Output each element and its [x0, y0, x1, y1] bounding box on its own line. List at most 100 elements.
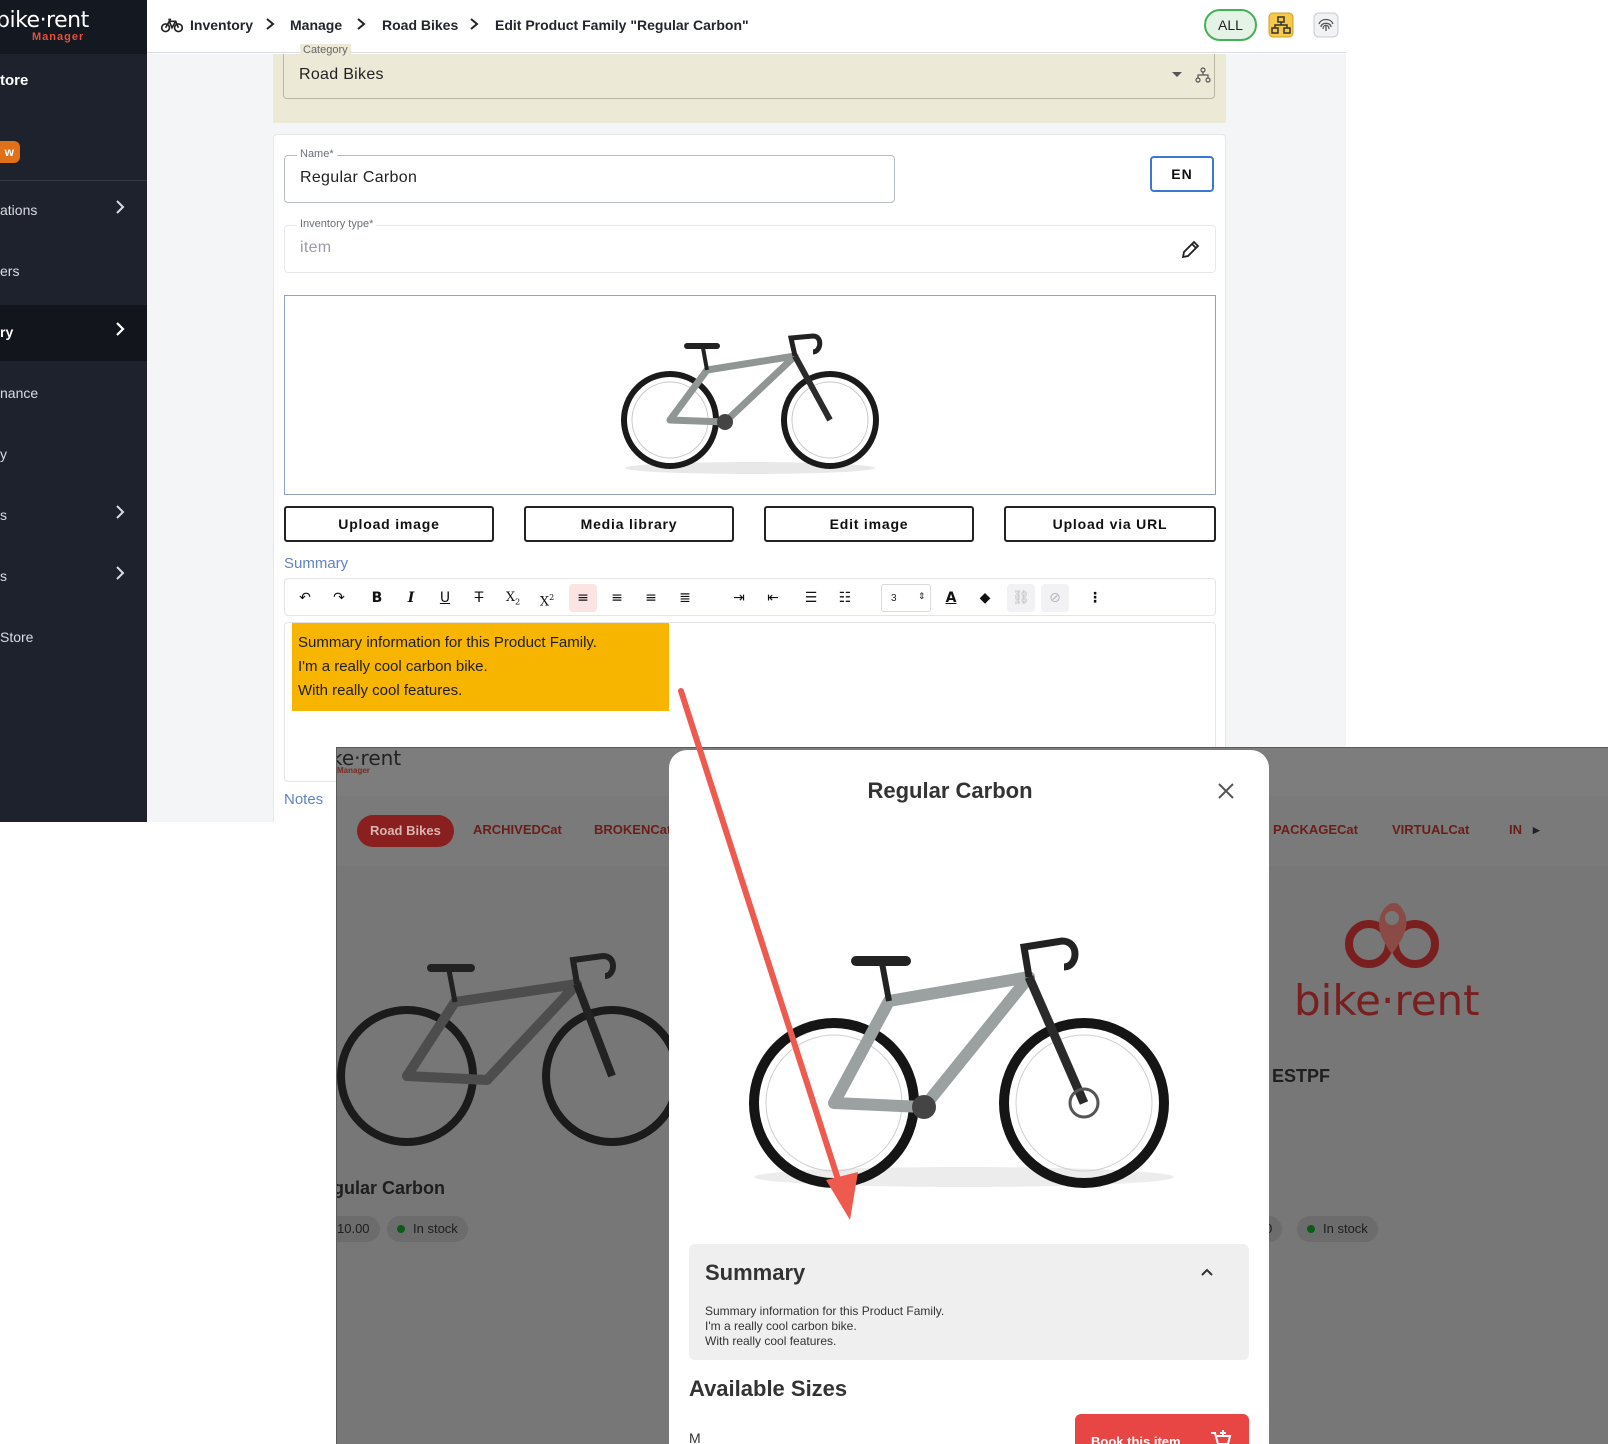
pencil-icon[interactable]: [1179, 239, 1201, 261]
name-value: Regular Carbon: [300, 169, 418, 186]
breadcrumb-manage[interactable]: Manage: [290, 17, 342, 33]
logo-text: bike·rent: [0, 8, 89, 33]
sidebar-item-inventory[interactable]: ry: [0, 305, 147, 361]
tab-archivedcat[interactable]: ARCHIVEDCat: [473, 822, 562, 837]
align-center-icon[interactable]: ≡: [603, 584, 631, 612]
tab-packagecat[interactable]: PACKAGECat: [1273, 822, 1358, 837]
name-field[interactable]: Name* Regular Carbon: [284, 148, 895, 203]
product-family-form: Name* Regular Carbon EN Inventory type* …: [273, 134, 1226, 822]
more-options-icon[interactable]: ⋮: [1081, 584, 1109, 612]
font-size-value: 3: [891, 593, 897, 604]
sidebar-item-integrations[interactable]: ations: [0, 183, 147, 239]
close-icon[interactable]: [1215, 780, 1237, 802]
bike-product-image: [621, 333, 879, 474]
outdent-icon[interactable]: ⇤: [759, 584, 787, 612]
category-select[interactable]: Category Road Bikes: [283, 44, 1215, 99]
bold-icon[interactable]: B: [363, 584, 391, 612]
sidebar-item-maintenance[interactable]: nance: [0, 366, 147, 422]
sidebar-item-label: ry: [0, 324, 14, 340]
sidebar-item-store[interactable]: Store: [0, 610, 147, 666]
chevron-right-icon: [470, 18, 479, 30]
product-image-preview[interactable]: [284, 295, 1216, 495]
summary-label: Summary: [284, 555, 349, 572]
product-card-title[interactable]: gular Carbon: [337, 1178, 445, 1199]
upload-image-button[interactable]: Upload image: [284, 506, 494, 542]
product-card-image[interactable]: [337, 926, 677, 1156]
inventory-type-value: item: [300, 239, 332, 256]
sidebar-item-s2[interactable]: s: [0, 549, 147, 605]
italic-icon[interactable]: I: [397, 584, 425, 612]
subscript-icon[interactable]: X2: [499, 584, 527, 612]
sidebar-item-y[interactable]: y: [0, 427, 147, 483]
undo-icon[interactable]: ↶: [291, 584, 319, 612]
logo-subtitle: Manager: [32, 31, 85, 43]
upload-via-url-button[interactable]: Upload via URL: [1004, 506, 1216, 542]
product-card-title[interactable]: ESTPF: [1272, 1066, 1330, 1087]
tab-brokencat[interactable]: BROKENCat: [594, 822, 671, 837]
sidebar-store-title: tore: [0, 72, 29, 89]
hierarchy-icon[interactable]: [1194, 66, 1212, 84]
font-size-select[interactable]: 3 ⇕: [881, 584, 931, 612]
text-color-icon[interactable]: A: [937, 584, 965, 612]
sidebar-item-label: y: [0, 446, 7, 462]
chevron-up-icon[interactable]: [1199, 1264, 1215, 1280]
sidebar-item-s1[interactable]: s: [0, 488, 147, 544]
chevron-right-icon[interactable]: ▸: [1533, 822, 1540, 838]
language-button[interactable]: EN: [1150, 156, 1214, 192]
inventory-type-field: Inventory type* item: [284, 218, 1216, 273]
edit-image-button[interactable]: Edit image: [764, 506, 974, 542]
size-option[interactable]: M: [689, 1430, 701, 1444]
book-button-label: Book this item: [1091, 1434, 1181, 1444]
superscript-icon[interactable]: X2: [533, 584, 561, 612]
strikethrough-icon[interactable]: T: [465, 584, 493, 612]
media-library-button[interactable]: Media library: [524, 506, 734, 542]
numbered-list-icon[interactable]: ☷: [831, 584, 859, 612]
name-label: Name*: [297, 148, 337, 160]
underline-icon[interactable]: U: [431, 584, 459, 612]
chevron-right-icon: [266, 18, 275, 30]
chevron-right-icon: [116, 566, 125, 580]
breadcrumb-road-bikes[interactable]: Road Bikes: [382, 17, 458, 33]
stock-chip: In stock: [1297, 1216, 1378, 1242]
tab-virtualcat[interactable]: VIRTUALCat: [1392, 822, 1469, 837]
sidebar-item-label: ations: [0, 202, 38, 218]
align-left-icon[interactable]: ≡: [569, 584, 597, 612]
modal-product-image: [749, 937, 1174, 1188]
breadcrumb-current-page: Edit Product Family "Regular Carbon": [495, 17, 749, 33]
all-locations-pill[interactable]: ALL: [1204, 9, 1257, 41]
placeholder-logo-text: bike·rent: [1294, 976, 1480, 1025]
product-detail-modal: Regular Carbon Summary Summary informati…: [669, 750, 1269, 1444]
chevron-right-icon: [357, 18, 366, 30]
breadcrumb-inventory[interactable]: Inventory: [190, 17, 253, 33]
chevron-right-icon: [116, 200, 125, 214]
fingerprint-icon[interactable]: [1313, 12, 1339, 38]
bike-icon: [161, 18, 183, 33]
chevron-right-icon: [116, 322, 125, 336]
modal-title: Regular Carbon: [867, 778, 1033, 803]
align-justify-icon[interactable]: ≣: [671, 584, 699, 612]
tab-road-bikes[interactable]: Road Bikes: [357, 815, 454, 847]
summary-line: I'm a really cool carbon bike.: [705, 1319, 857, 1333]
sidebar-badge[interactable]: w: [0, 141, 20, 163]
sidebar-item-label: ers: [0, 263, 20, 279]
sidebar-item-label: Store: [0, 629, 34, 645]
sidebar: bike·rent Manager tore w ations ers ry n…: [0, 0, 147, 822]
indent-icon[interactable]: ⇥: [725, 584, 753, 612]
summary-heading: Summary: [705, 1260, 806, 1285]
unlink-icon: ⊘: [1041, 584, 1069, 612]
summary-line: Summary information for this Product Fam…: [298, 634, 597, 651]
sidebar-item-customers[interactable]: ers: [0, 244, 147, 300]
sidebar-item-label: s: [0, 568, 7, 584]
book-item-button[interactable]: Book this item: [1075, 1414, 1249, 1444]
map-pin-logo-icon: [1345, 903, 1439, 968]
highlight-color-icon[interactable]: ◆: [971, 584, 999, 612]
organization-tree-icon[interactable]: [1268, 12, 1294, 38]
align-right-icon[interactable]: ≡: [637, 584, 665, 612]
tab-in[interactable]: IN: [1509, 822, 1522, 837]
sidebar-logo[interactable]: bike·rent Manager: [0, 0, 147, 54]
bulleted-list-icon[interactable]: ☰: [797, 584, 825, 612]
storefront-logo-subtitle: Manager: [337, 766, 370, 775]
redo-icon[interactable]: ↷: [325, 584, 353, 612]
summary-line: With really cool features.: [298, 682, 463, 699]
summary-accordion[interactable]: Summary Summary information for this Pro…: [689, 1244, 1249, 1360]
